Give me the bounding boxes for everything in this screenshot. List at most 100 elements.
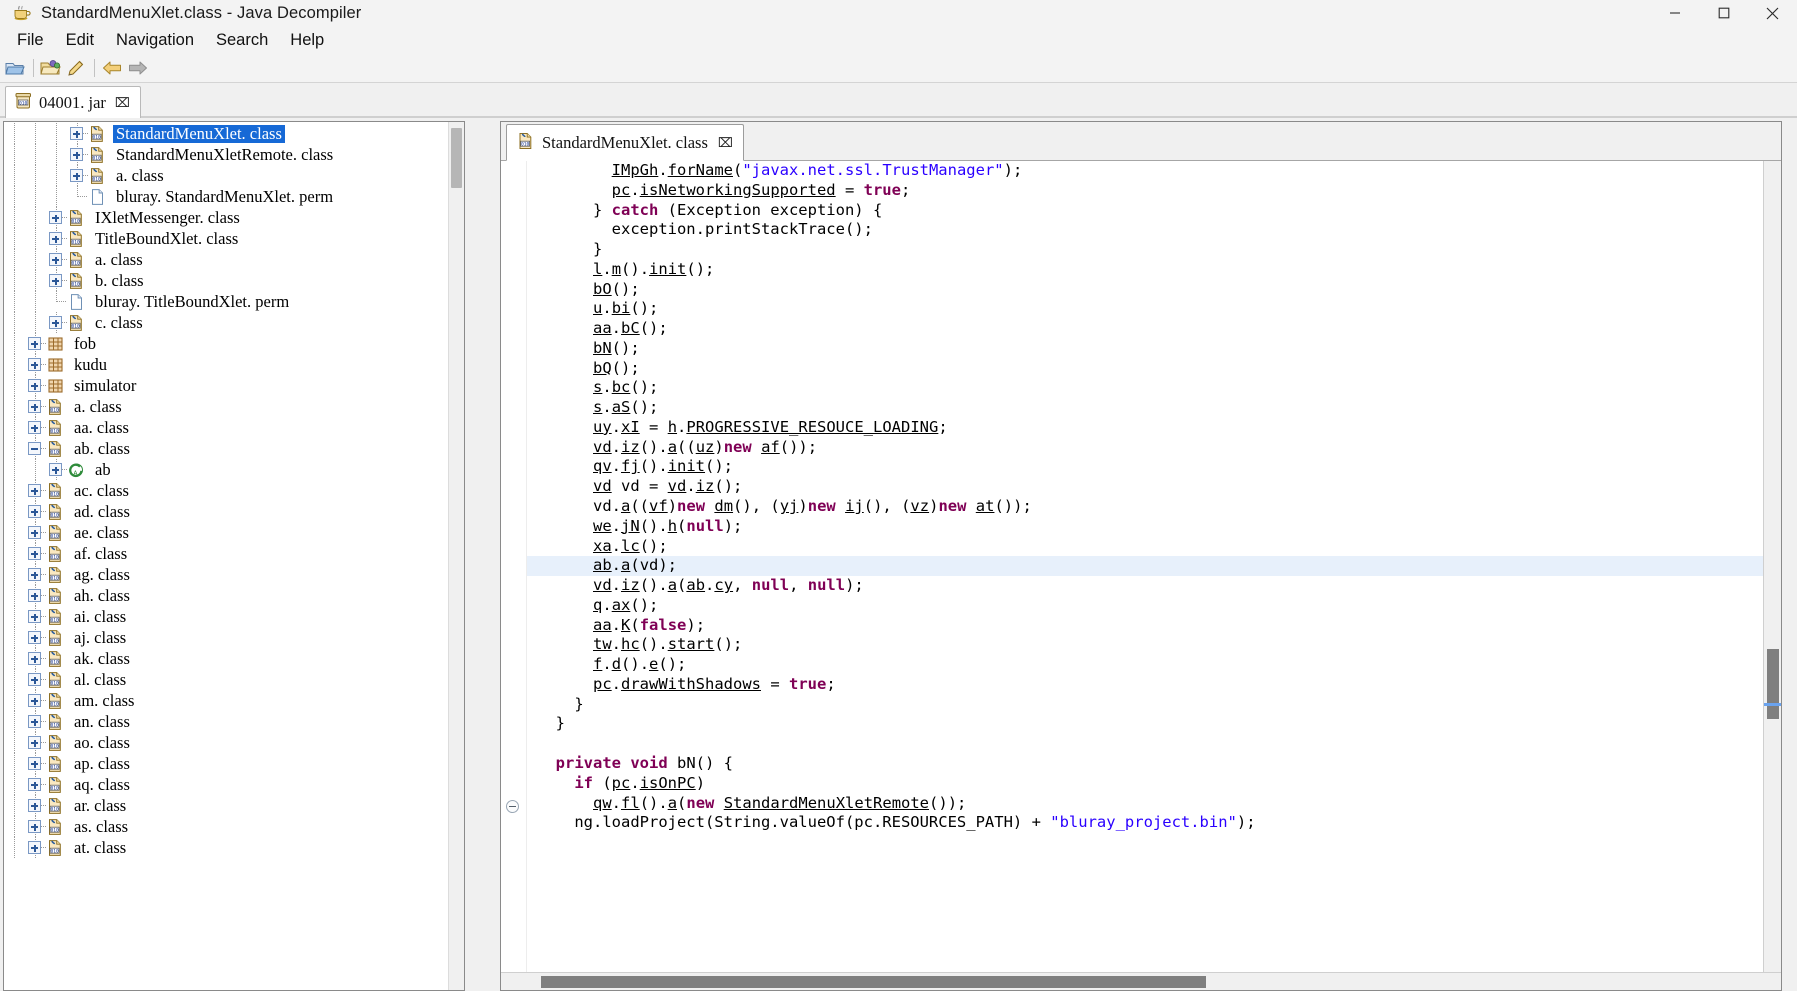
code-link[interactable]: init — [668, 457, 705, 475]
tree-expand-icon[interactable] — [46, 207, 68, 228]
code-link[interactable]: qw — [593, 794, 612, 812]
tree-scroll-thumb[interactable] — [451, 128, 462, 188]
code-link[interactable]: uy — [593, 418, 612, 436]
tree-expand-icon[interactable] — [25, 732, 47, 753]
tree-item-aj-class[interactable]: 010 aj. class — [4, 627, 448, 648]
code-link[interactable]: aa — [593, 319, 612, 337]
tree-item-a-class[interactable]: 010 a. class — [4, 165, 448, 186]
tree-expand-icon[interactable] — [25, 690, 47, 711]
save-sources-icon[interactable] — [64, 56, 90, 80]
code-link[interactable]: we — [593, 517, 612, 535]
tree-expand-icon[interactable] — [25, 627, 47, 648]
source-code-viewer[interactable]: IMpGh.forName("javax.net.ssl.TrustManage… — [527, 161, 1763, 972]
code-link[interactable]: pc — [593, 675, 612, 693]
tree-item-at-class[interactable]: 010 at. class — [4, 837, 448, 858]
editor-vertical-scrollbar[interactable] — [1763, 161, 1781, 972]
menu-file[interactable]: File — [6, 28, 55, 53]
tree-item-simulator[interactable]: simulator — [4, 375, 448, 396]
tree-expand-icon[interactable] — [25, 417, 47, 438]
editor-tab-close-icon[interactable]: ⌧ — [718, 135, 733, 151]
tree-item-bluray-standardmenuxlet-perm[interactable]: bluray. StandardMenuXlet. perm — [4, 186, 448, 207]
tree-item-ae-class[interactable]: 010 ae. class — [4, 522, 448, 543]
code-link[interactable]: qv — [593, 457, 612, 475]
code-link[interactable]: pc — [612, 181, 631, 199]
tree-item-ar-class[interactable]: 010 ar. class — [4, 795, 448, 816]
code-link[interactable]: vd — [593, 438, 612, 456]
tree-item-ab[interactable]: Aab — [4, 459, 448, 480]
tab-jar[interactable]: 010 04001. jar ⌧ — [5, 86, 141, 118]
maximize-button[interactable] — [1699, 0, 1748, 26]
minimize-button[interactable] — [1650, 0, 1699, 26]
code-link[interactable]: f — [593, 655, 602, 673]
tree-item-an-class[interactable]: 010 an. class — [4, 711, 448, 732]
tree-vertical-scrollbar[interactable] — [448, 122, 464, 990]
code-link[interactable]: m — [612, 260, 621, 278]
tree-item-ixletmessenger-class[interactable]: 010 IXletMessenger. class — [4, 207, 448, 228]
code-link[interactable]: tw — [593, 635, 612, 653]
tree-item-kudu[interactable]: kudu — [4, 354, 448, 375]
tree-item-am-class[interactable]: 010 am. class — [4, 690, 448, 711]
code-link[interactable]: bO — [593, 280, 612, 298]
code-link[interactable]: aa — [593, 616, 612, 634]
code-link[interactable]: ab — [686, 576, 705, 594]
tree-expand-icon[interactable] — [25, 774, 47, 795]
tree-item-ah-class[interactable]: 010 ah. class — [4, 585, 448, 606]
tree-expand-icon[interactable] — [46, 312, 68, 333]
menu-help[interactable]: Help — [279, 28, 335, 53]
code-link[interactable]: h — [668, 517, 677, 535]
code-link[interactable]: fl — [621, 794, 640, 812]
code-link[interactable]: pc — [612, 774, 631, 792]
code-link[interactable]: cy — [714, 576, 733, 594]
tree-item-standardmenuxletremote-class[interactable]: 010 StandardMenuXletRemote. class — [4, 144, 448, 165]
code-link[interactable]: StandardMenuXletRemote — [724, 794, 929, 812]
tree-item-ad-class[interactable]: 010 ad. class — [4, 501, 448, 522]
tree-item-ac-class[interactable]: 010 ac. class — [4, 480, 448, 501]
code-link[interactable]: start — [668, 635, 715, 653]
code-link[interactable]: uz — [696, 438, 715, 456]
tree-expand-icon[interactable] — [46, 228, 68, 249]
code-link[interactable]: at — [976, 497, 995, 515]
code-link[interactable]: xa — [593, 537, 612, 555]
tree-rows-container[interactable]: 010 StandardMenuXlet. class 010 StandardMen… — [4, 122, 448, 990]
code-link[interactable]: aS — [612, 398, 631, 416]
tree-expand-icon[interactable] — [25, 648, 47, 669]
tree-item-aa-class[interactable]: 010 aa. class — [4, 417, 448, 438]
tree-item-titleboundxlet-class[interactable]: 010 TitleBoundXlet. class — [4, 228, 448, 249]
code-link[interactable]: vf — [649, 497, 668, 515]
code-link[interactable]: a — [621, 497, 630, 515]
tree-item-ap-class[interactable]: 010 ap. class — [4, 753, 448, 774]
tree-expand-icon[interactable] — [25, 354, 47, 375]
tree-item-ag-class[interactable]: 010 ag. class — [4, 564, 448, 585]
tab-standardmenuxlet-class[interactable]: 010 StandardMenuXlet. class ⌧ — [506, 124, 744, 161]
tree-expand-icon[interactable] — [25, 480, 47, 501]
code-link[interactable]: s — [593, 378, 602, 396]
code-link[interactable]: a — [621, 556, 630, 574]
editor-gutter[interactable] — [501, 161, 527, 972]
tree-expand-icon[interactable] — [25, 585, 47, 606]
tree-item-a-class[interactable]: 010 a. class — [4, 249, 448, 270]
jar-tab-close-icon[interactable]: ⌧ — [115, 95, 130, 111]
code-link[interactable]: vd — [593, 477, 612, 495]
editor-hscroll-thumb[interactable] — [541, 976, 1206, 988]
tree-expand-icon[interactable] — [25, 375, 47, 396]
code-link[interactable]: vz — [910, 497, 929, 515]
menu-edit[interactable]: Edit — [55, 28, 105, 53]
tree-item-as-class[interactable]: 010 as. class — [4, 816, 448, 837]
code-link[interactable]: dm — [714, 497, 733, 515]
code-link[interactable]: isNetworkingSupported — [640, 181, 836, 199]
tree-expand-icon[interactable] — [46, 270, 68, 291]
code-link[interactable]: e — [649, 655, 658, 673]
code-link[interactable]: a — [668, 576, 677, 594]
code-link[interactable]: u — [593, 299, 602, 317]
tree-expand-icon[interactable] — [25, 501, 47, 522]
code-link[interactable]: yj — [780, 497, 799, 515]
tree-expand-icon[interactable] — [25, 606, 47, 627]
tree-expand-icon[interactable] — [25, 543, 47, 564]
tree-item-a-class[interactable]: 010 a. class — [4, 396, 448, 417]
code-link[interactable]: bc — [612, 378, 631, 396]
open-type-icon[interactable] — [3, 56, 29, 80]
tree-item-ao-class[interactable]: 010 ao. class — [4, 732, 448, 753]
code-link[interactable]: h — [668, 418, 677, 436]
tree-expand-icon[interactable] — [25, 711, 47, 732]
code-link[interactable]: xI — [621, 418, 640, 436]
